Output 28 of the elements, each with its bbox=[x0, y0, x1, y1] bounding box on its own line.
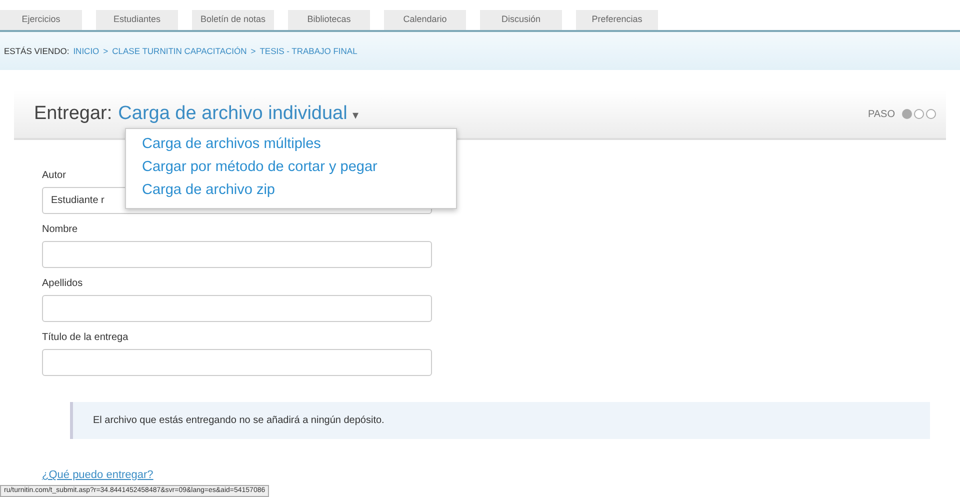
menu-item[interactable]: Cargar por método de cortar y pegar bbox=[126, 156, 456, 179]
breadcrumb-link[interactable]: TESIS - TRABAJO FINAL bbox=[260, 46, 358, 56]
field-label: Título de la entrega bbox=[42, 332, 130, 343]
nav-tab[interactable]: Estudiantes bbox=[96, 10, 178, 30]
nav-tab[interactable]: Boletín de notas bbox=[192, 10, 274, 30]
menu-item[interactable]: Carga de archivos múltiples bbox=[126, 133, 456, 156]
breadcrumb-separator: > bbox=[250, 46, 256, 56]
field-label: Nombre bbox=[42, 224, 79, 235]
nav-tab[interactable]: Ejercicios bbox=[0, 10, 82, 30]
upload-mode-dropdown[interactable]: Carga de archivo individual ▾ bbox=[118, 103, 868, 125]
header-title: Entregar: bbox=[34, 103, 112, 125]
nav-tab[interactable]: Preferencias bbox=[576, 10, 658, 30]
step-label: PASO bbox=[868, 108, 895, 120]
menu-item[interactable]: Carga de archivo zip bbox=[126, 179, 456, 202]
breadcrumb-separator: > bbox=[103, 46, 108, 56]
field-label: Apellidos bbox=[42, 278, 84, 289]
breadcrumb-prefix: ESTÁS VIENDO: bbox=[4, 46, 70, 56]
breadcrumb-link[interactable]: CLASE TURNITIN CAPACITACIÓN bbox=[112, 46, 247, 56]
nav-tab[interactable]: Calendario bbox=[384, 10, 466, 30]
input-field[interactable] bbox=[42, 295, 432, 322]
nav-tab[interactable]: Bibliotecas bbox=[288, 10, 370, 30]
input-field[interactable] bbox=[42, 241, 432, 268]
nav-tab[interactable]: Discusión bbox=[480, 10, 562, 30]
field-label: Autor bbox=[42, 170, 67, 181]
notice-text: El archivo que estás entregando no se añadirá a ningún depósito. bbox=[93, 415, 384, 426]
input-field[interactable] bbox=[42, 349, 432, 376]
breadcrumb-link[interactable]: INICIO bbox=[73, 46, 100, 56]
help-link[interactable]: ¿Qué puedo entregar? bbox=[42, 469, 154, 482]
